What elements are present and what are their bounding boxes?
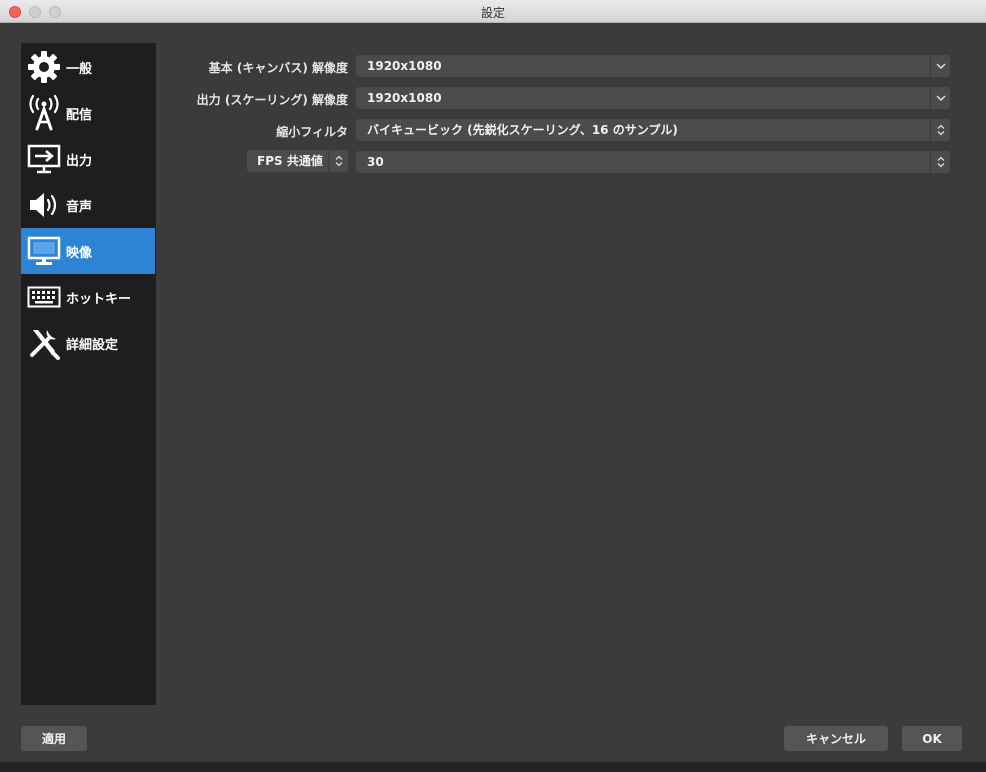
- settings-window: 設定 一般 配信 出力 音声 映像 ホットキー 詳細設定 基本 (キャンバス) …: [0, 0, 986, 772]
- sidebar-item-label: ホットキー: [66, 291, 132, 307]
- sidebar-item-hotkeys[interactable]: ホットキー: [21, 274, 155, 320]
- sidebar-item-label: 音声: [66, 199, 93, 215]
- sidebar-item-label: 映像: [66, 245, 93, 261]
- keyboard-icon: [25, 278, 63, 316]
- chevron-down-icon[interactable]: [930, 55, 950, 77]
- background-window-strip: [0, 762, 986, 772]
- sidebar-item-stream[interactable]: 配信: [21, 90, 155, 136]
- downscale-filter-label: 縮小フィルタ: [276, 125, 348, 139]
- ok-button[interactable]: OK: [902, 726, 962, 751]
- sidebar-item-video[interactable]: 映像: [21, 228, 155, 274]
- output-monitor-icon: [25, 140, 63, 178]
- tools-icon: [25, 324, 63, 362]
- sidebar-item-general[interactable]: 一般: [21, 44, 155, 90]
- sidebar-item-label: 配信: [66, 107, 93, 123]
- updown-chevron-icon[interactable]: [328, 150, 348, 172]
- downscale-filter-value: バイキュービック (先鋭化スケーリング、16 のサンプル): [367, 123, 678, 137]
- output-resolution-value: 1920x1080: [367, 91, 442, 105]
- title-bar[interactable]: 設定: [0, 0, 986, 23]
- downscale-filter-select[interactable]: バイキュービック (先鋭化スケーリング、16 のサンプル): [356, 119, 950, 141]
- updown-chevron-icon[interactable]: [930, 151, 950, 173]
- base-resolution-combo[interactable]: 1920x1080: [356, 55, 950, 77]
- window-title: 設定: [480, 6, 505, 20]
- settings-sidebar: 一般 配信 出力 音声 映像 ホットキー 詳細設定: [21, 43, 156, 705]
- apply-button[interactable]: 適用: [21, 726, 87, 751]
- sidebar-item-output[interactable]: 出力: [21, 136, 155, 182]
- monitor-icon: [25, 232, 63, 270]
- fps-type-value: FPS 共通値: [257, 154, 323, 168]
- cancel-button[interactable]: キャンセル: [784, 726, 888, 751]
- sidebar-item-label: 出力: [66, 153, 93, 169]
- sidebar-item-audio[interactable]: 音声: [21, 182, 155, 228]
- fps-value: 30: [367, 155, 384, 169]
- sidebar-item-label: 一般: [66, 61, 93, 77]
- sidebar-item-label: 詳細設定: [66, 337, 119, 353]
- fps-value-select[interactable]: 30: [356, 151, 950, 173]
- output-resolution-label: 出力 (スケーリング) 解像度: [196, 93, 348, 107]
- base-resolution-label: 基本 (キャンバス) 解像度: [208, 61, 348, 75]
- output-resolution-combo[interactable]: 1920x1080: [356, 87, 950, 109]
- base-resolution-value: 1920x1080: [367, 59, 442, 73]
- gear-icon: [25, 48, 63, 86]
- speaker-icon: [25, 186, 63, 224]
- fps-type-select[interactable]: FPS 共通値: [247, 150, 348, 172]
- updown-chevron-icon[interactable]: [930, 119, 950, 141]
- sidebar-item-advanced[interactable]: 詳細設定: [21, 320, 155, 366]
- broadcast-antenna-icon: [25, 94, 63, 132]
- chevron-down-icon[interactable]: [930, 87, 950, 109]
